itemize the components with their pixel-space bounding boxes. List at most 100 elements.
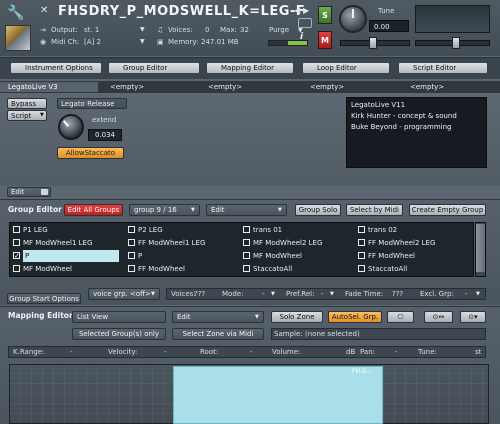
tab-instrument-options[interactable]: Instrument Options xyxy=(10,62,102,74)
key-tool-button[interactable]: ⎔ xyxy=(387,311,414,323)
tab-loop-editor[interactable]: Loop Editor xyxy=(302,62,390,74)
group-count-select[interactable]: group 9 / 16 xyxy=(129,204,200,216)
list-view-button[interactable]: List View xyxy=(72,311,166,323)
next-instrument-icon[interactable]: ▶ xyxy=(303,6,311,16)
select-zone-via-midi-button[interactable]: Select Zone via Midi xyxy=(172,328,264,340)
group-checkbox[interactable] xyxy=(13,226,20,233)
key-range-value[interactable]: - xyxy=(70,348,73,356)
voice-group-dropdown-icon[interactable]: ▼ xyxy=(151,291,157,297)
group-checkbox[interactable] xyxy=(128,252,135,259)
pan-slider-handle[interactable] xyxy=(369,37,377,49)
group-checkbox-checked[interactable]: ✓ xyxy=(13,252,20,260)
selected-groups-only-button[interactable]: Selected Group(s) only xyxy=(72,328,166,340)
excl-grp-dropdown-icon[interactable]: ▼ xyxy=(476,291,482,297)
group-item[interactable]: FF ModWheel1 LEG xyxy=(128,237,238,249)
script-slot-1[interactable]: LegatoLive V3 xyxy=(0,82,98,92)
output-value[interactable]: st. 1 xyxy=(84,26,99,34)
group-item[interactable]: P xyxy=(128,250,238,262)
script-slot-4[interactable]: <empty> xyxy=(310,82,344,92)
excl-grp-value[interactable]: - xyxy=(465,290,468,298)
mode-param-value[interactable]: - xyxy=(262,290,265,298)
script-slot-5[interactable]: <empty> xyxy=(410,82,444,92)
tune-value[interactable]: 0.00 xyxy=(369,20,409,32)
group-checkbox[interactable] xyxy=(128,265,135,272)
group-checkbox[interactable] xyxy=(128,239,135,246)
group-item-selected[interactable]: ✓ P xyxy=(13,250,123,262)
group-item[interactable]: StaccatoAll xyxy=(243,263,353,275)
aux-slider-handle[interactable] xyxy=(452,37,460,49)
prev-instrument-icon[interactable]: ◀ xyxy=(294,6,302,16)
group-checkbox[interactable] xyxy=(358,252,365,259)
solo-zone-button[interactable]: Solo Zone xyxy=(271,311,323,323)
voices-param-value[interactable]: ??? xyxy=(194,290,205,298)
group-item[interactable]: FF ModWheel xyxy=(358,250,468,262)
auto-select-group-button[interactable]: AutoSel. Grp. xyxy=(328,311,382,323)
group-checkbox[interactable] xyxy=(243,252,250,259)
script-slot-2[interactable]: <empty> xyxy=(110,82,144,92)
group-checkbox[interactable] xyxy=(243,239,250,246)
pan-value[interactable]: - xyxy=(395,348,398,356)
group-edit-dropdown-icon[interactable]: ▼ xyxy=(278,207,284,213)
group-list-scrollbar-thumb[interactable] xyxy=(476,224,485,272)
pref-rel-dropdown-icon[interactable]: ▼ xyxy=(330,291,336,297)
group-item[interactable]: MF ModWheel2 LEG xyxy=(243,237,353,249)
edit-all-groups-button[interactable]: Edit All Groups xyxy=(64,204,123,216)
mute-button[interactable]: M xyxy=(318,31,332,49)
group-checkbox[interactable] xyxy=(13,239,20,246)
script-menu-dropdown-icon[interactable]: ▼ xyxy=(40,112,46,118)
group-item[interactable]: FF ModWheel2 LEG xyxy=(358,237,468,249)
group-start-options-button[interactable]: Group Start Options xyxy=(7,293,81,304)
voice-group-select[interactable]: voice grp. <off> xyxy=(88,288,160,300)
group-count-dropdown-icon[interactable]: ▼ xyxy=(191,207,197,213)
wrench-icon[interactable]: 🔧 xyxy=(4,4,28,22)
instrument-name[interactable]: FHSDRY_P_MODSWELL_K=LEG-F xyxy=(58,3,308,21)
max-value[interactable]: 32 xyxy=(240,26,249,34)
group-checkbox[interactable] xyxy=(128,226,135,233)
group-checkbox[interactable] xyxy=(358,265,365,272)
mapping-edit-menu[interactable]: Edit xyxy=(172,311,264,323)
midi-channel-value[interactable]: [A] 2 xyxy=(84,38,101,46)
horizontal-zoom-button[interactable]: ⊙↔ xyxy=(424,311,453,323)
root-value[interactable]: - xyxy=(250,348,253,356)
extend-knob[interactable] xyxy=(58,114,84,140)
group-item[interactable]: MF ModWheel xyxy=(13,263,123,275)
select-by-midi-button[interactable]: Select by Midi xyxy=(346,204,403,216)
group-checkbox[interactable] xyxy=(358,226,365,233)
tab-mapping-editor[interactable]: Mapping Editor xyxy=(206,62,294,74)
group-checkbox[interactable] xyxy=(243,226,250,233)
script-slot-3[interactable]: <empty> xyxy=(208,82,242,92)
allow-staccato-button[interactable]: AllowStaccato xyxy=(57,147,124,159)
group-solo-button[interactable]: Group Solo xyxy=(295,204,341,216)
group-edit-menu[interactable]: Edit xyxy=(206,204,287,216)
solo-button[interactable]: S xyxy=(318,6,332,24)
purge-label[interactable]: Purge xyxy=(269,26,289,34)
bypass-button[interactable]: Bypass xyxy=(7,98,47,109)
settings-button[interactable]: ⊙▾ xyxy=(460,311,486,323)
tab-group-editor[interactable]: Group Editor xyxy=(108,62,200,74)
mode-dropdown-icon[interactable]: ▼ xyxy=(271,291,277,297)
group-item[interactable]: trans 02 xyxy=(358,224,468,236)
group-checkbox[interactable] xyxy=(243,265,250,272)
pref-rel-value[interactable]: - xyxy=(321,290,324,298)
lock-icon[interactable] xyxy=(41,189,48,195)
group-item[interactable]: StaccatoAll xyxy=(358,263,468,275)
group-item[interactable]: FF ModWheel xyxy=(128,263,238,275)
group-item[interactable]: MF ModWheel xyxy=(243,250,353,262)
purge-dropdown-icon[interactable]: ▼ xyxy=(298,27,306,35)
volume-value[interactable]: dB xyxy=(346,348,355,356)
midi-dropdown-icon[interactable]: ▼ xyxy=(140,38,148,46)
group-item[interactable]: P2 LEG xyxy=(128,224,238,236)
create-empty-group-button[interactable]: Create Empty Group xyxy=(409,204,486,216)
close-x-icon[interactable]: ✕ xyxy=(40,6,50,16)
group-item[interactable]: P1 LEG xyxy=(13,224,123,236)
group-checkbox[interactable] xyxy=(358,239,365,246)
tab-script-editor[interactable]: Script Editor xyxy=(398,62,488,74)
tune-param-value[interactable]: st xyxy=(475,348,481,356)
group-item[interactable]: trans 01 xyxy=(243,224,353,236)
group-checkbox[interactable] xyxy=(13,265,20,272)
mapping-edit-dropdown-icon[interactable]: ▼ xyxy=(255,314,261,320)
velocity-value[interactable]: - xyxy=(164,348,167,356)
fade-time-value[interactable]: ??? xyxy=(392,290,403,298)
extend-value[interactable]: 0.034 xyxy=(88,129,122,141)
group-item[interactable]: MF ModWheel1 LEG xyxy=(13,237,123,249)
